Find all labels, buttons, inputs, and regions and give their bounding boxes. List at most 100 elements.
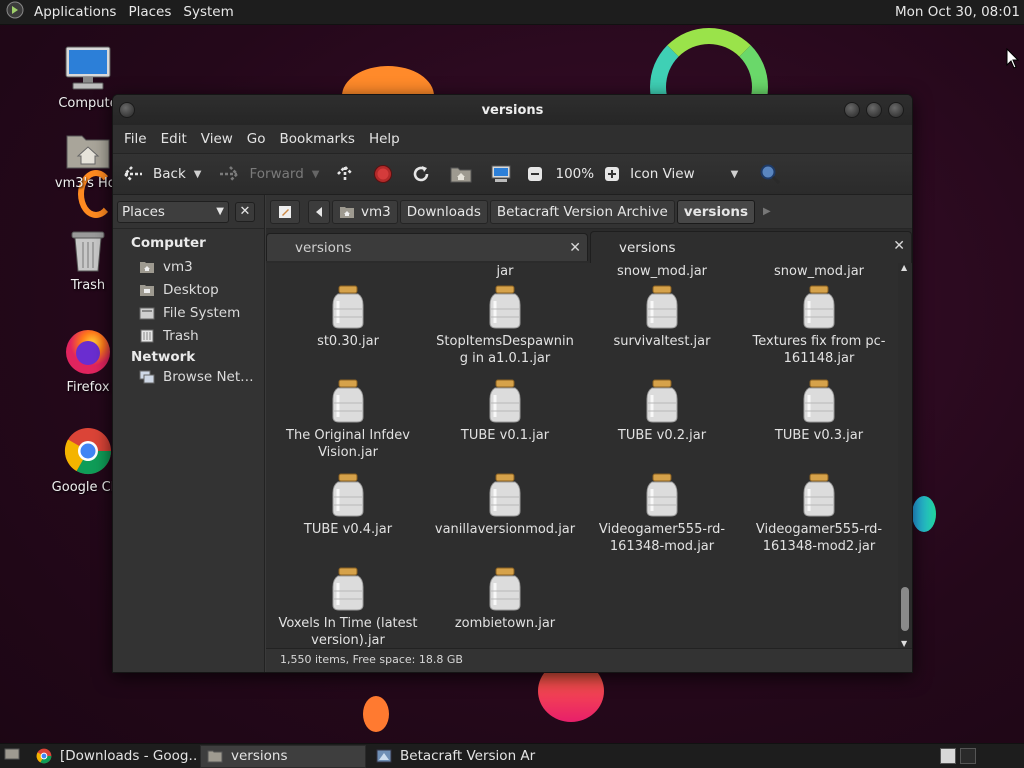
- sidebar-type-label: Places: [122, 203, 165, 220]
- sidebar-item-label: vm3: [163, 258, 193, 275]
- close-tab-icon[interactable]: ✕: [893, 238, 905, 254]
- file-item[interactable]: snow_mod.jar: [744, 263, 894, 280]
- file-name: jar: [496, 264, 514, 279]
- file-item[interactable]: TUBE v0.3.jar: [744, 379, 894, 444]
- sidebar-item-browse-network[interactable]: Browse Net…: [113, 365, 264, 388]
- taskbar-item-betacraft[interactable]: Betacraft Version Ar…: [370, 745, 536, 768]
- places-menu[interactable]: Places: [122, 0, 177, 25]
- file-name: TUBE v0.1.jar: [460, 428, 550, 443]
- taskbar-item-versions[interactable]: versions: [200, 744, 366, 768]
- sidebar-item-file-system[interactable]: File System: [113, 301, 264, 324]
- home-icon: [340, 206, 354, 218]
- jar-file-icon: [803, 379, 835, 423]
- breadcrumb-versions[interactable]: versions: [676, 199, 756, 224]
- window-titlebar[interactable]: versions: [113, 95, 912, 125]
- computer-icon: [65, 46, 111, 90]
- file-item[interactable]: zombietown.jar: [430, 567, 580, 632]
- sidebar-item-label: Desktop: [163, 281, 219, 298]
- workspace-switcher-2[interactable]: [960, 748, 976, 764]
- menu-edit[interactable]: Edit: [154, 131, 194, 147]
- show-desktop-icon[interactable]: [4, 747, 20, 765]
- scrollbar-thumb[interactable]: [901, 587, 909, 631]
- file-item[interactable]: jar: [430, 263, 580, 280]
- file-item[interactable]: The Original Infdev Vision.jar: [273, 379, 423, 461]
- breadcrumb-betacraft-version-archive[interactable]: Betacraft Version Archive: [489, 199, 675, 224]
- file-name: Voxels In Time (latest version).jar: [278, 616, 418, 648]
- applications-menu[interactable]: Applications: [28, 0, 122, 25]
- file-item[interactable]: TUBE v0.1.jar: [430, 379, 580, 444]
- home-button[interactable]: [449, 162, 473, 186]
- view-mode-select[interactable]: Icon View ▼: [630, 166, 738, 182]
- back-arrow-icon: [121, 162, 145, 186]
- file-item[interactable]: snow_mod.jar: [587, 263, 737, 280]
- sidebar-close-button[interactable]: ✕: [235, 201, 255, 222]
- scroll-down-arrow-icon[interactable]: ▼: [901, 639, 907, 648]
- file-item[interactable]: vanillaversionmod.jar: [430, 473, 580, 538]
- menu-help[interactable]: Help: [362, 131, 407, 147]
- sidebar-type-select[interactable]: Places ▼: [117, 200, 229, 223]
- status-bar: 1,550 items, Free space: 18.8 GB: [266, 648, 912, 672]
- trash-icon: [71, 231, 105, 272]
- tab-versions-2[interactable]: versions ✕: [590, 231, 912, 263]
- window-menu-button[interactable]: [119, 102, 135, 118]
- reload-button[interactable]: [409, 162, 433, 186]
- system-menu[interactable]: System: [177, 0, 239, 25]
- workspace-switcher[interactable]: [940, 748, 956, 764]
- back-history-dropdown-icon[interactable]: ▼: [194, 169, 202, 180]
- sidebar-item-desktop[interactable]: Desktop: [113, 278, 264, 301]
- file-item[interactable]: TUBE v0.4.jar: [273, 473, 423, 538]
- menu-file[interactable]: File: [117, 131, 154, 147]
- path-scroll-left-button[interactable]: [308, 199, 330, 224]
- file-item[interactable]: Textures fix from pc-161148.jar: [744, 285, 894, 367]
- taskbar-item-label: versions: [231, 748, 288, 764]
- file-item[interactable]: StopItemsDespawnin g in a1.0.1.jar: [430, 285, 580, 367]
- up-button[interactable]: [333, 162, 357, 186]
- file-item[interactable]: st0.30.jar: [273, 285, 423, 350]
- stop-button[interactable]: [371, 162, 395, 186]
- toolbar: Back ▼ Forward ▼ 100% Icon View ▼: [113, 153, 912, 195]
- zoom-out-button[interactable]: [523, 162, 547, 186]
- file-name: snow_mod.jar: [773, 264, 865, 279]
- file-item[interactable]: Voxels In Time (latest version).jar: [273, 567, 423, 648]
- edit-location-button[interactable]: [270, 199, 300, 224]
- tab-versions-1[interactable]: versions ✕: [266, 233, 588, 261]
- close-button[interactable]: [888, 102, 904, 118]
- minimize-button[interactable]: [844, 102, 860, 118]
- menu-bookmarks[interactable]: Bookmarks: [273, 131, 362, 147]
- vertical-scrollbar[interactable]: ▲ ▼: [898, 263, 912, 648]
- file-item[interactable]: Videogamer555-rd-161348-mod2.jar: [744, 473, 894, 555]
- back-button[interactable]: Back ▼: [121, 162, 201, 186]
- firefox-icon: [66, 330, 110, 374]
- distro-logo-icon[interactable]: [6, 1, 24, 23]
- menu-view[interactable]: View: [194, 131, 240, 147]
- sidebar-item-label: Trash: [163, 327, 199, 344]
- file-item[interactable]: Videogamer555-rd-161348-mod.jar: [587, 473, 737, 555]
- computer-button[interactable]: [489, 162, 513, 186]
- forward-history-dropdown-icon[interactable]: ▼: [312, 169, 320, 180]
- zoom-in-button[interactable]: [600, 162, 624, 186]
- maximize-button[interactable]: [866, 102, 882, 118]
- view-mode-label: Icon View: [630, 166, 695, 182]
- wallpaper-small-orange-blob: [363, 696, 389, 732]
- clock[interactable]: Mon Oct 30, 08:01: [895, 0, 1020, 25]
- chevron-right-icon[interactable]: ▶: [763, 206, 771, 217]
- menu-go[interactable]: Go: [240, 131, 273, 147]
- sidebar-item-vm3[interactable]: vm3: [113, 255, 264, 278]
- pencil-icon: [279, 205, 291, 218]
- breadcrumb-vm3[interactable]: vm3: [332, 199, 398, 224]
- sidebar-item-trash[interactable]: Trash: [113, 324, 264, 347]
- file-item[interactable]: survivaltest.jar: [587, 285, 737, 350]
- scroll-up-arrow-icon[interactable]: ▲: [901, 263, 907, 272]
- forward-button[interactable]: Forward ▼: [217, 162, 319, 186]
- jar-file-icon: [803, 473, 835, 517]
- up-arrow-icon: [333, 162, 357, 186]
- top-panel: Applications Places System Mon Oct 30, 0…: [0, 0, 1024, 25]
- close-tab-icon[interactable]: ✕: [569, 240, 581, 256]
- home-icon: [139, 260, 155, 274]
- mouse-cursor-icon: [1006, 48, 1020, 69]
- breadcrumb-downloads[interactable]: Downloads: [399, 199, 488, 224]
- taskbar-item-chrome[interactable]: [Downloads - Goog…: [30, 745, 196, 768]
- file-icon-view[interactable]: jar snow_mod.jar snow_mod.jar st0.30.jar Sto…: [266, 263, 898, 648]
- search-button[interactable]: [758, 162, 782, 186]
- file-item[interactable]: TUBE v0.2.jar: [587, 379, 737, 444]
